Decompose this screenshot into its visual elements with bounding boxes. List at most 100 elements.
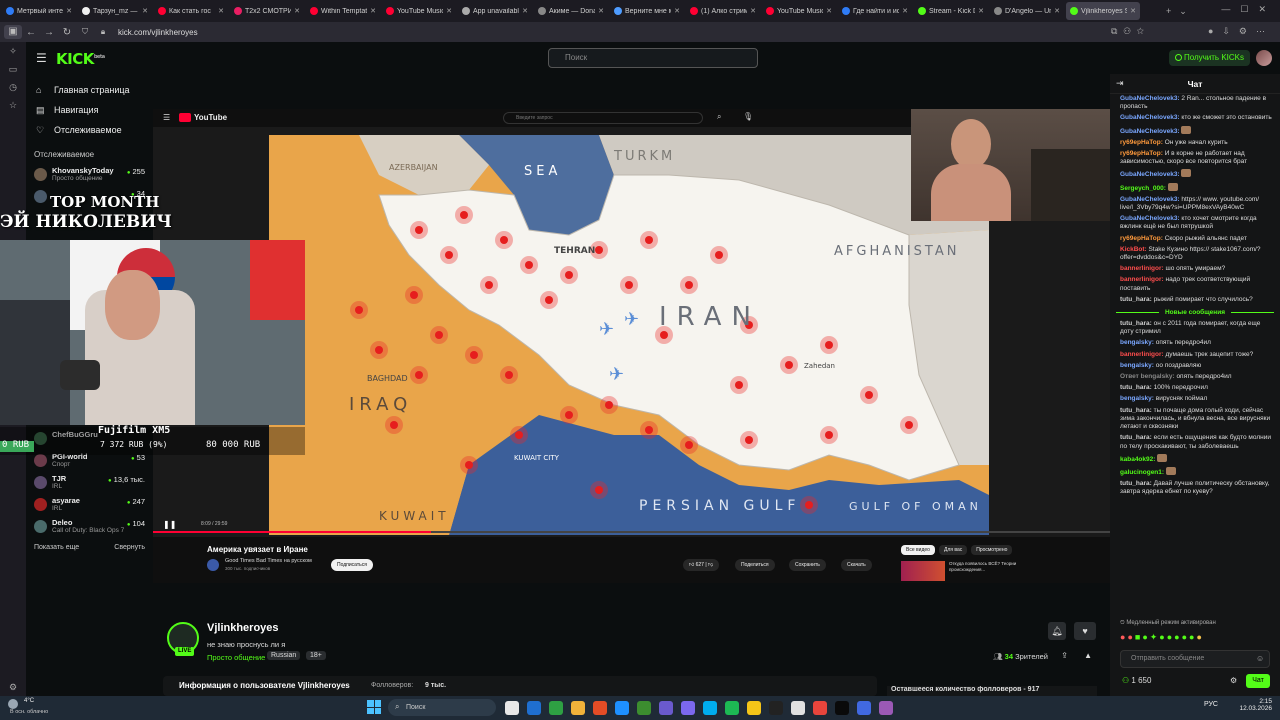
chat-message[interactable]: GubaNeChelovek3: кто же сможет это остан… [1110,113,1280,124]
chat-message[interactable]: bannerlinigor: думаешь трек зацепит тоже… [1110,350,1280,361]
followed-channel[interactable]: DeleoCall of Duty: Black Ops 7104 [26,516,153,538]
follow-heart-button[interactable]: ♥ [1074,622,1096,640]
shield-icon[interactable]: ⛉ [76,27,94,37]
chat-message[interactable]: GubaNeChelovek3: [1110,168,1280,181]
taskbar-app-icon[interactable] [571,701,585,715]
nav-following[interactable]: ♡ Отслеживаемое [26,120,153,140]
browser-tab[interactable]: Как стать гос ✕ [154,2,228,20]
taskbar-app-icon[interactable] [725,701,739,715]
close-tab-icon[interactable]: ✕ [446,7,452,15]
chat-message[interactable]: tutu_hara: рыжий помирает что случилось? [1110,295,1280,306]
followed-channel[interactable]: KhovanskyTodayПросто общение 255 [26,164,153,186]
taskbar-app-icon[interactable] [593,701,607,715]
chat-message[interactable]: tutu_hara: он с 2011 года помирает, когд… [1110,319,1280,338]
taskbar-search[interactable]: Поиск [388,699,496,716]
tag-18plus[interactable]: 18+ [306,651,326,660]
browser-tab[interactable]: App unavailable ✕ [458,2,532,20]
nav-browse[interactable]: ▤ Навигация [26,100,153,120]
browser-tab[interactable]: (1) Алко стрим ✕ [686,2,760,20]
taskbar-app-icon[interactable] [615,701,629,715]
streamer-name[interactable]: Vjlinkheroyes [207,622,279,634]
chat-settings-icon[interactable]: ⚙ [1230,676,1237,685]
taskbar-app-icon[interactable] [791,701,805,715]
close-tab-icon[interactable]: ✕ [522,7,528,15]
tag-russian[interactable]: Russian [267,651,301,660]
tab-list-chevron-icon[interactable]: ⌄ [1179,6,1187,17]
progress-track[interactable] [153,531,1110,533]
taskbar-app-icon[interactable] [681,701,695,715]
chat-message[interactable]: bengalsky: оо поздравляю [1110,361,1280,372]
browser-tab[interactable]: Верните мне мо✕ [610,2,684,20]
taskbar-app-icon[interactable] [637,701,651,715]
close-tab-icon[interactable]: ✕ [1130,7,1136,15]
browser-tab[interactable]: Метрвый интер ✕ [2,2,76,20]
browser-tab[interactable]: Within Temptatio✕ [306,2,380,20]
forward-button[interactable]: → [40,27,58,38]
taskbar-app-icon[interactable] [835,701,849,715]
weather-desc[interactable]: В осн. облачно [10,709,48,715]
chat-message[interactable]: Ответ bengalsky: опять передро4ил [1110,372,1280,383]
chat-message[interactable]: GubaNeChelovek3: https:// www. youtube.c… [1110,195,1280,214]
weather-temp[interactable]: 4°C [24,698,34,704]
browser-tab[interactable]: Акиме — Donati✕ [534,2,608,20]
url-field[interactable]: kick.com/vjlinkheroyes [118,28,198,37]
taskbar-app-icon[interactable] [659,701,673,715]
url-bar-actions[interactable]: ⧉⚇☆ [1111,26,1150,37]
chat-message[interactable]: tutu_hara: ты почаще дома голый ходи, се… [1110,406,1280,434]
chat-message[interactable]: bengalsky: опять передро4ил [1110,338,1280,349]
show-more-link[interactable]: Показать еще [34,544,79,551]
menu-icon[interactable]: ☰ [36,51,47,65]
chat-message[interactable]: Sergeych_000: [1110,182,1280,195]
taskbar-app-icon[interactable] [703,701,717,715]
user-avatar[interactable] [1256,50,1272,66]
close-tab-icon[interactable]: ✕ [294,7,300,15]
nav-home[interactable]: ⌂ Главная страница [26,80,153,100]
browser-tab[interactable]: Stream - Kick Da✕ [914,2,988,20]
taskbar-app-icon[interactable] [813,701,827,715]
clock[interactable]: 2:15 12.03.2026 [1239,698,1272,712]
chat-message[interactable]: bannerlinigor: шо опять умираем? [1110,264,1280,275]
close-tab-icon[interactable]: ✕ [978,7,984,15]
collapse-link[interactable]: Свернуть [114,544,145,551]
stream-category[interactable]: Просто общение [207,653,265,662]
chat-message[interactable]: tutu_hara: Давай лучше политическу обста… [1110,479,1280,498]
search-input[interactable]: Поиск [548,48,758,68]
chat-message[interactable]: KickBot: Stake Кузино https:// stake1067… [1110,245,1280,264]
new-tab-button[interactable]: + [1166,6,1171,16]
chat-send-button[interactable]: Чат [1246,674,1270,688]
chat-message[interactable]: tutu_hara: если есть ощущения как будто … [1110,433,1280,452]
close-tab-icon[interactable]: ✕ [370,7,376,15]
taskbar-app-icon[interactable] [879,701,893,715]
chat-message[interactable]: ry69epHaTop: И в корне не работает над з… [1110,149,1280,168]
chat-message[interactable]: GubaNeChelovek3: 2 Ran... стольное паден… [1110,94,1280,113]
browser-tab[interactable]: D'Angelo — Unsh✕ [990,2,1064,20]
bookmarks-icon[interactable]: ☆ [0,96,26,114]
chat-message[interactable]: kaba4ok92: [1110,453,1280,466]
taskbar-app-icon[interactable] [527,701,541,715]
close-tab-icon[interactable]: ✕ [826,7,832,15]
browser-tab[interactable]: Тарзун_mz — Bo✕ [78,2,152,20]
close-tab-icon[interactable]: ✕ [1054,7,1060,15]
window-controls[interactable]: —☐✕ [1221,4,1276,15]
notification-bell-button[interactable]: 🔔︎ [1048,622,1066,640]
report-icon[interactable]: ▲ [1084,651,1092,660]
chat-message[interactable]: galucinogen1: [1110,466,1280,479]
followed-channel[interactable]: TJRIRL 13,6 тыс. [26,472,153,494]
reload-button[interactable]: ↻ [58,27,76,38]
chat-message[interactable]: bannerlinigor: надо трек соответствующий… [1110,275,1280,294]
history-icon[interactable]: ◷ [0,78,26,96]
kick-points[interactable]: ⚇ 1 650 [1122,676,1151,685]
taskbar-app-icon[interactable] [747,701,761,715]
sidebar-toggle-icon[interactable]: ▣ [4,25,22,39]
kick-logo[interactable]: KICKbeta [56,50,105,68]
browser-tab[interactable]: T2x2 СМОТРИТ✕ [230,2,304,20]
chat-message[interactable]: tutu_hara: 100% передрочил [1110,383,1280,394]
close-tab-icon[interactable]: ✕ [750,7,756,15]
browser-tab[interactable]: YouTube Music ✕ [382,2,456,20]
chat-message[interactable]: GubaNeChelovek3: кто хочет смотрите когд… [1110,214,1280,233]
ai-chat-icon[interactable]: ✧ [0,42,26,60]
chat-message[interactable]: bengalsky: вирусняк поймал [1110,394,1280,405]
close-tab-icon[interactable]: ✕ [66,7,72,15]
close-tab-icon[interactable]: ✕ [218,7,224,15]
taskbar-app-icon[interactable] [549,701,563,715]
